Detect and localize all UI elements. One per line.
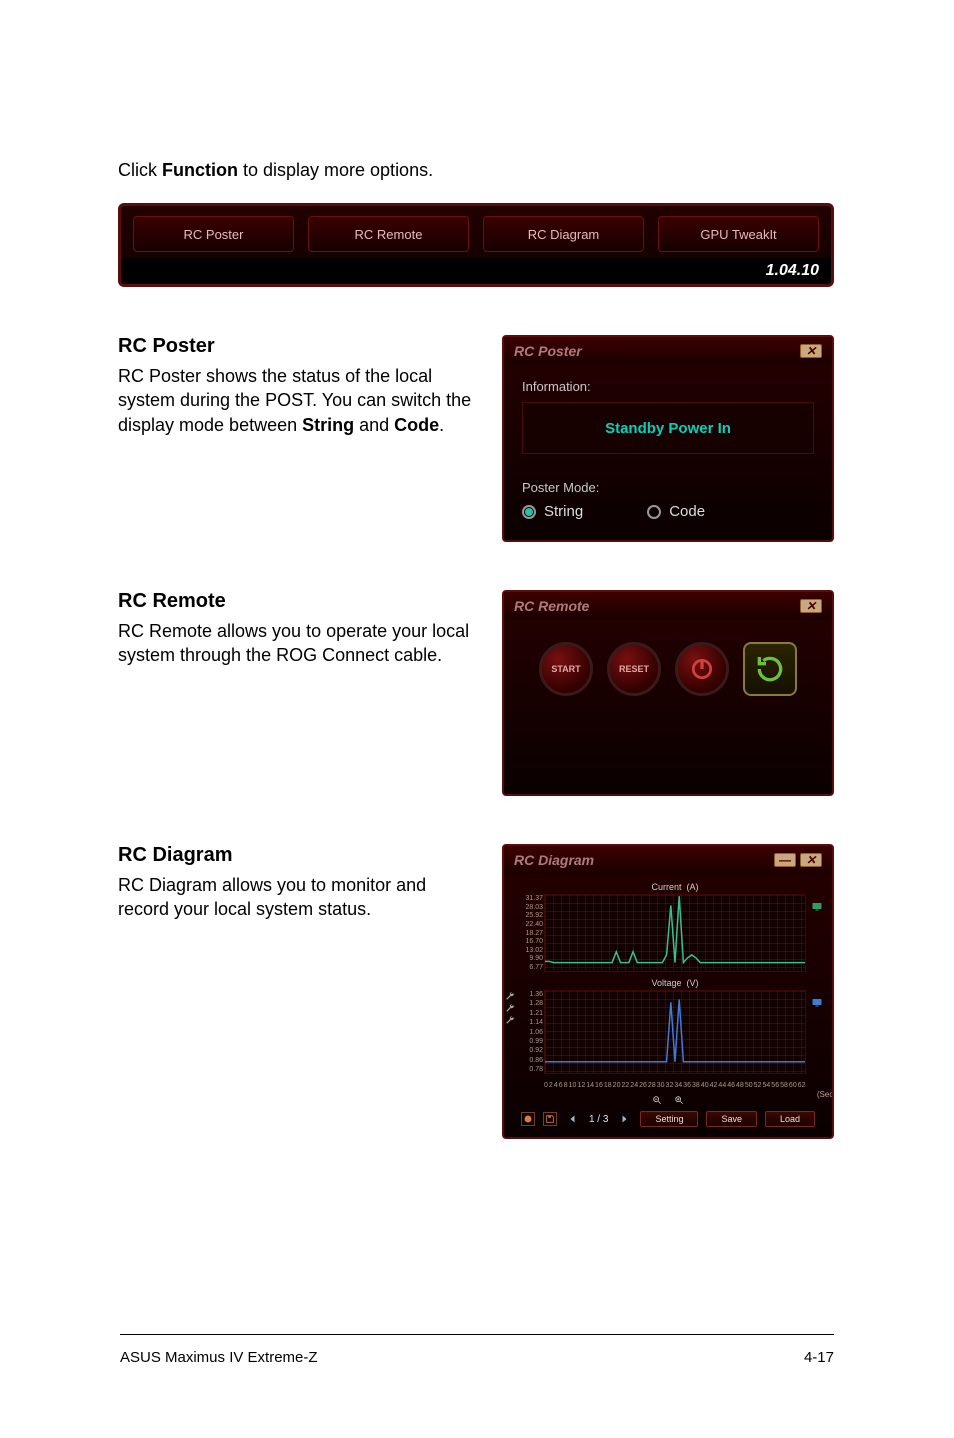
rc-poster-heading: RC Poster	[118, 335, 482, 358]
record-icon	[523, 1114, 533, 1124]
save-button[interactable]: Save	[706, 1111, 757, 1127]
tab-rc-diagram[interactable]: RC Diagram	[483, 216, 644, 252]
radio-icon	[522, 505, 536, 519]
footer-right: 4-17	[804, 1349, 834, 1366]
chart-voltage: 1.361.281.211.141.060.990.920.860.78	[544, 990, 806, 1074]
wrench-icons	[505, 991, 515, 1025]
x-unit: (Sec)	[817, 1090, 834, 1099]
power-button[interactable]	[675, 642, 729, 696]
setting-button[interactable]: Setting	[640, 1111, 698, 1127]
wrench-icon[interactable]	[505, 1015, 515, 1025]
wrench-icon[interactable]	[505, 1003, 515, 1013]
rc-remote-panel: RC Remote ✕ START RESET	[502, 590, 834, 796]
rc-poster-desc-b2: Code	[394, 415, 439, 435]
reset-button[interactable]: RESET	[607, 642, 661, 696]
chart-current-title: Current (A)	[544, 882, 806, 892]
zoom-in-icon[interactable]	[674, 1095, 684, 1105]
rc-poster-panel-title: RC Poster	[514, 343, 582, 359]
save-file-button[interactable]	[543, 1112, 557, 1126]
wrench-icon[interactable]	[505, 991, 515, 1001]
chart-current-yticks: 31.3728.0325.9222.4018.2716.7013.029.906…	[517, 895, 543, 971]
start-button[interactable]: START	[539, 642, 593, 696]
rc-poster-desc-mid: and	[354, 415, 394, 435]
information-label: Information:	[522, 379, 814, 394]
tab-rc-poster[interactable]: RC Poster	[133, 216, 294, 252]
poster-mode-string-label: String	[544, 503, 583, 520]
close-icon[interactable]: ✕	[800, 853, 822, 867]
rc-remote-panel-title: RC Remote	[514, 598, 589, 614]
rc-diagram-panel-title: RC Diagram	[514, 852, 594, 868]
load-button[interactable]: Load	[765, 1111, 815, 1127]
poster-mode-string[interactable]: String	[522, 503, 583, 520]
poster-mode-label: Poster Mode:	[522, 480, 814, 495]
page-indicator: 1 / 3	[589, 1114, 608, 1125]
minimize-icon[interactable]: —	[774, 853, 796, 867]
tab-gpu-tweakit[interactable]: GPU TweakIt	[658, 216, 819, 252]
radio-icon	[647, 505, 661, 519]
power-icon	[689, 656, 715, 682]
zoom-out-icon[interactable]	[652, 1095, 662, 1105]
poster-mode-code-label: Code	[669, 503, 705, 520]
refresh-icon	[754, 653, 786, 685]
arrow-left-icon[interactable]	[565, 1113, 581, 1125]
intro-post: to display more options.	[238, 160, 433, 180]
tab-rc-remote[interactable]: RC Remote	[308, 216, 469, 252]
intro-bold: Function	[162, 160, 238, 180]
intro-text: Click Function to display more options.	[118, 160, 834, 181]
close-icon[interactable]: ✕	[800, 599, 822, 613]
rc-diagram-heading: RC Diagram	[118, 844, 482, 867]
version-label: 1.04.10	[121, 258, 831, 284]
chart-voltage-yticks: 1.361.281.211.141.060.990.920.860.78	[517, 991, 543, 1073]
monitor-icon[interactable]	[811, 997, 823, 1009]
information-box: Standby Power In	[522, 402, 814, 454]
refresh-button[interactable]	[743, 642, 797, 696]
rc-remote-desc: RC Remote allows you to operate your loc…	[118, 619, 482, 668]
record-button[interactable]	[521, 1112, 535, 1126]
intro-pre: Click	[118, 160, 162, 180]
function-tabs-panel: RC Poster RC Remote RC Diagram GPU Tweak…	[118, 203, 834, 287]
close-icon[interactable]: ✕	[800, 344, 822, 358]
arrow-right-icon[interactable]	[616, 1113, 632, 1125]
information-value: Standby Power In	[605, 420, 731, 437]
rc-poster-desc-b1: String	[302, 415, 354, 435]
rc-diagram-panel: RC Diagram — ✕ Current (A) 31.3728.0325.…	[502, 844, 834, 1139]
floppy-icon	[545, 1114, 555, 1124]
chart-voltage-title: Voltage (V)	[544, 978, 806, 988]
rc-poster-desc: RC Poster shows the status of the local …	[118, 364, 482, 437]
rc-poster-panel: RC Poster ✕ Information: Standby Power I…	[502, 335, 834, 542]
rc-diagram-desc: RC Diagram allows you to monitor and rec…	[118, 873, 482, 922]
rc-poster-desc-post: .	[439, 415, 444, 435]
chart-current: 31.3728.0325.9222.4018.2716.7013.029.906…	[544, 894, 806, 972]
monitor-icon[interactable]	[811, 901, 823, 913]
poster-mode-code[interactable]: Code	[647, 503, 705, 520]
rc-remote-heading: RC Remote	[118, 590, 482, 613]
footer-left: ASUS Maximus IV Extreme-Z	[120, 1349, 318, 1366]
chart-xticks: 0246810121416182022242628303234363840424…	[544, 1080, 806, 1095]
